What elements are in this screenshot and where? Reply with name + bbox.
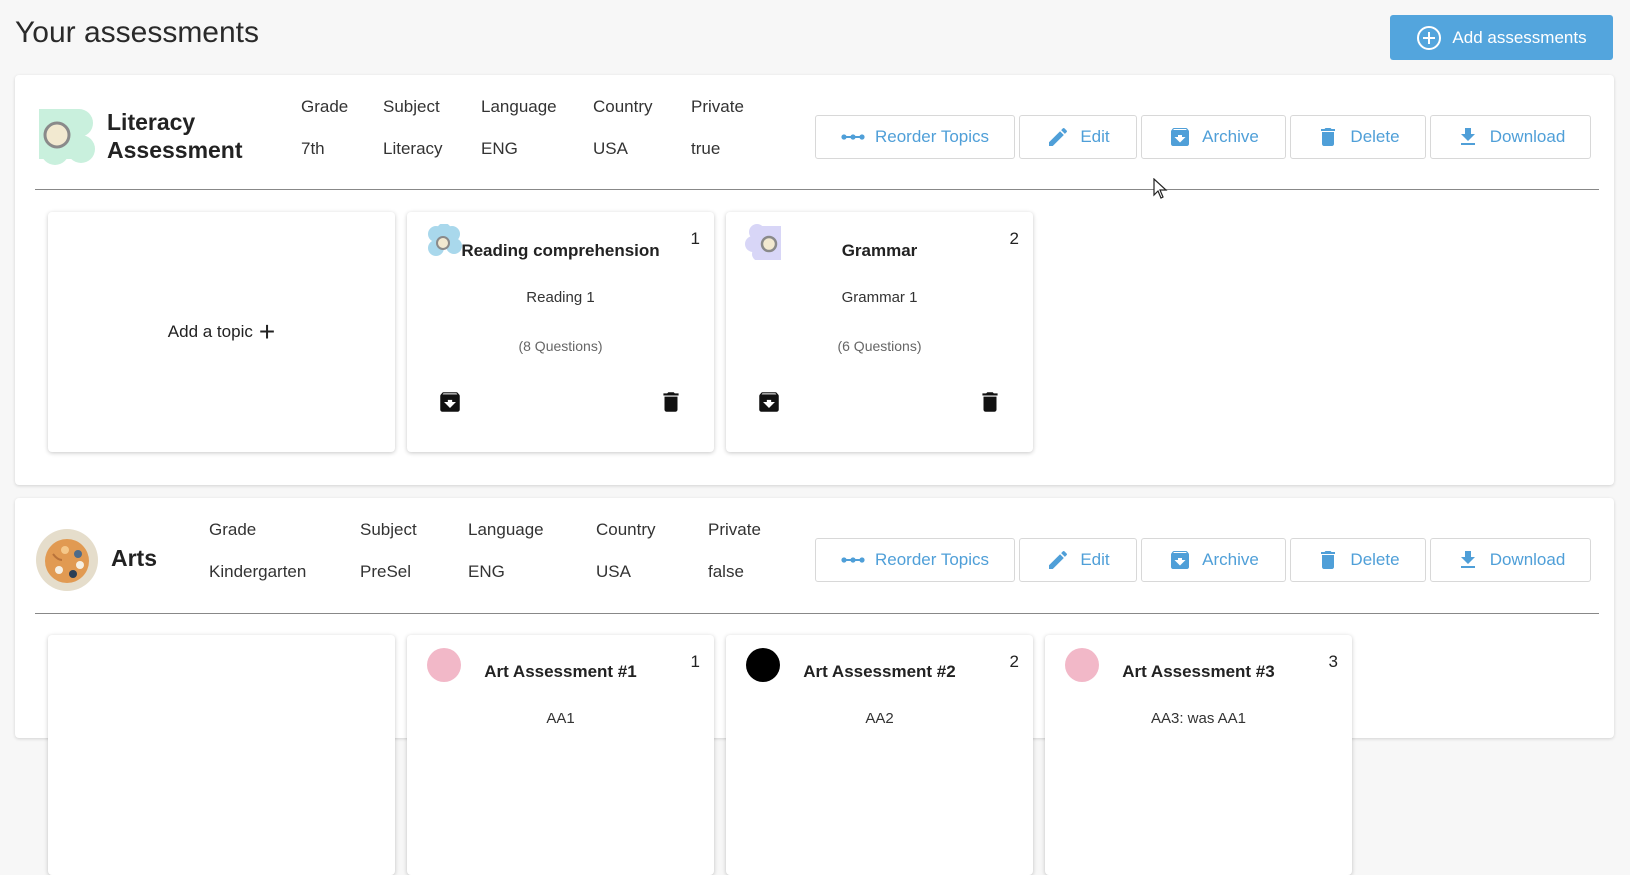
topic-card[interactable]: 2 Grammar Grammar 1 (6 Questions) [726,212,1033,452]
grade-label: Grade [301,97,349,116]
archive-icon [1171,551,1190,569]
topic-question-count: (8 Questions) [518,338,603,354]
topic-card[interactable]: 1 Art Assessment #1 AA1 [407,635,714,875]
topic-card[interactable]: 2 Art Assessment #2 AA2 [726,635,1033,875]
download-button[interactable]: Download [1430,538,1591,582]
private-value: true [691,139,721,158]
add-assessments-button[interactable]: Add assessments [1390,15,1613,60]
country-value: USA [596,562,631,581]
reorder-dots-icon [841,134,865,140]
country-label: Country [596,520,656,539]
edit-label: Edit [1080,127,1110,146]
subject-value: PreSel [360,562,412,581]
archive-button[interactable]: Archive [1141,538,1286,582]
country-label: Country [593,97,653,116]
topic-name: Art Assessment #2 [803,662,956,681]
reorder-topics-button[interactable]: Reorder Topics [815,115,1015,159]
topic-subtitle: Reading 1 [526,289,595,306]
assessment-name: Arts [111,545,158,571]
plus-circle-icon [1417,25,1442,50]
pencil-icon [1049,127,1068,146]
edit-label: Edit [1080,550,1110,569]
page-title: Your assessments [15,16,260,49]
reorder-topics-label: Reorder Topics [874,127,990,146]
archive-icon[interactable] [756,389,782,415]
topic-name: Reading comprehension [461,241,660,260]
topic-subtitle: AA3: was AA1 [1150,710,1247,727]
subject-label: Subject [360,520,417,539]
grade-value: Kindergarten [209,562,307,581]
flower-icon [39,109,95,165]
assessment-card-literacy: Literacy Assessment Grade 7th Subject Li… [15,75,1614,485]
private-value: false [708,562,744,581]
archive-button[interactable]: Archive [1141,115,1286,159]
assessment-actions: Reorder Topics Edit Archive Delete Downl… [815,115,1591,159]
divider [35,189,1599,190]
mouse-cursor-icon [1153,178,1168,199]
assessment-name: Literacy Assessment [107,109,243,163]
topic-card[interactable]: 3 Art Assessment #3 AA3: was AA1 [1045,635,1352,875]
topic-question-count: (6 Questions) [837,338,922,354]
topic-name: Art Assessment #3 [1122,662,1275,681]
trash-icon [1321,128,1336,146]
topic-card[interactable]: 1 Reading comprehension Reading 1 (8 Que… [407,212,714,452]
topic-subtitle: Grammar 1 [841,289,918,306]
archive-label: Archive [1202,127,1259,146]
add-topic-tile[interactable]: Add a topic + [48,212,395,452]
topic-name: Grammar [841,241,918,260]
private-label: Private [708,520,761,539]
edit-button[interactable]: Edit [1019,538,1137,582]
language-value: ENG [481,139,518,158]
trash-icon [1321,551,1336,569]
assessment-actions: Reorder Topics Edit Archive Delete Downl… [815,538,1591,582]
subject-value: Literacy [383,139,443,158]
reorder-dots-icon [841,557,865,563]
subject-label: Subject [383,97,440,116]
private-label: Private [691,97,744,116]
topic-subtitle: AA2 [865,710,894,727]
pencil-icon [1049,550,1068,569]
archive-icon[interactable] [437,389,463,415]
divider [35,613,1599,614]
grade-label: Grade [209,520,257,539]
language-label: Language [481,97,557,116]
add-topic-tile[interactable] [48,635,395,875]
language-value: ENG [468,562,505,581]
topic-name: Art Assessment #1 [484,662,637,681]
archive-icon [1171,128,1190,146]
delete-button[interactable]: Delete [1290,538,1426,582]
reorder-topics-label: Reorder Topics [874,550,990,569]
add-assessments-label: Add assessments [1452,27,1587,47]
archive-label: Archive [1202,550,1259,569]
delete-label: Delete [1350,550,1400,569]
reorder-topics-button[interactable]: Reorder Topics [815,538,1015,582]
language-label: Language [468,520,544,539]
assessment-card-arts: Arts Grade Kindergarten Subject PreSel L… [15,498,1614,875]
trash-icon[interactable] [977,389,1003,415]
add-topic-text: Add a topic + [168,318,275,346]
country-value: USA [593,139,628,158]
download-label: Download [1489,127,1566,146]
trash-icon[interactable] [658,389,684,415]
download-label: Download [1489,550,1566,569]
palette-icon [36,529,98,591]
delete-button[interactable]: Delete [1290,115,1426,159]
add-topic-label: Add a topic [167,322,253,341]
download-button[interactable]: Download [1430,115,1591,159]
delete-label: Delete [1350,127,1400,146]
download-icon [1460,128,1475,145]
edit-button[interactable]: Edit [1019,115,1137,159]
topic-subtitle: AA1 [546,710,575,727]
plus-icon: + [258,316,276,347]
download-icon [1460,551,1475,568]
grade-value: 7th [301,139,325,158]
